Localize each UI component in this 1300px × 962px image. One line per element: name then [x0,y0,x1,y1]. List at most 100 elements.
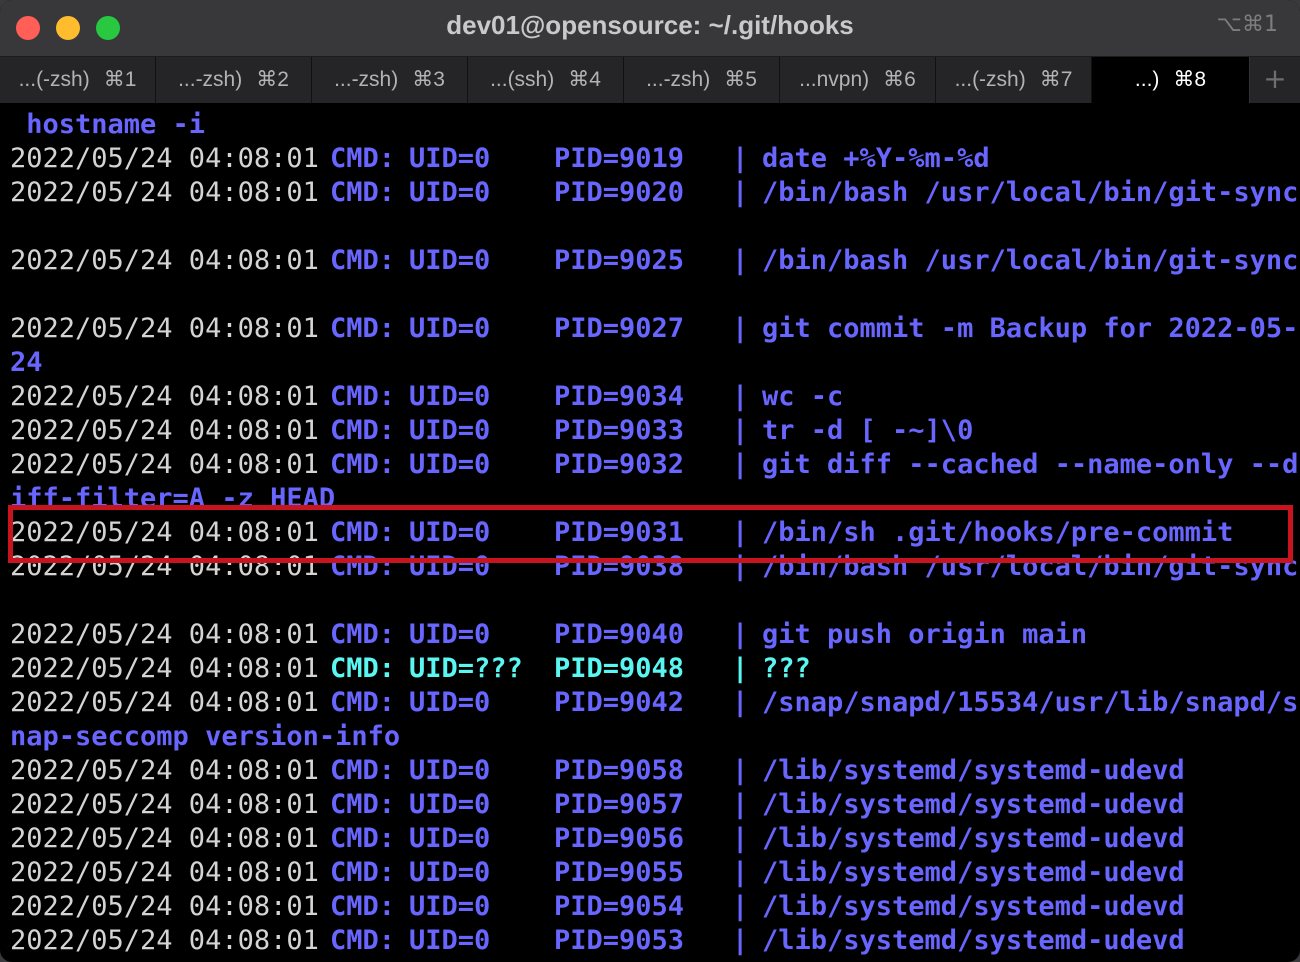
tab-8[interactable]: ...) ⌘8 [1092,57,1250,103]
tab-4[interactable]: ...(ssh) ⌘4 [468,57,624,103]
column-separator: | [732,619,749,650]
column-separator: | [732,381,749,412]
tab-label: ...-zsh) [178,68,243,91]
log-row: 2022/05/24 04:08:01 CMD: UID=0 PID=9053 | /li… [10,924,1300,958]
log-row: 2022/05/24 04:08:01 CMD: UID=0 PID=9055 | /li… [10,856,1300,890]
title-bar[interactable]: dev01@opensource: ~/.git/hooks ⌥⌘1 [0,0,1300,57]
log-timestamp: 2022/05/24 04:08:01 [10,891,319,922]
log-row: 2022/05/24 04:08:01 CMD: UID=0 PID=9054 | /li… [10,890,1300,924]
tab-3[interactable]: ...-zsh) ⌘3 [312,57,468,103]
tab-label: ...nvpn) [799,68,870,91]
pid-value: PID=9058 [554,755,685,786]
column-separator: | [732,823,749,854]
column-separator: | [732,755,749,786]
process-command: git diff --cached --name-only --d [762,449,1299,480]
column-separator: | [732,245,749,276]
log-row: 2022/05/24 04:08:01 CMD: UID=0 PID=9034 | wc … [10,380,1300,414]
log-row: 2022/05/24 04:08:01 CMD: UID=0 PID=9042 | /sn… [10,686,1300,720]
uid-value: UID=0 [409,891,491,922]
cmd-label: CMD: [330,143,396,174]
tab-label: ...) [1134,68,1160,91]
column-separator: | [732,653,749,684]
pid-value: PID=9057 [554,789,685,820]
cmd-label: CMD: [330,755,396,786]
pid-value: PID=9042 [554,687,685,718]
cmd-label: CMD: [330,891,396,922]
log-timestamp: 2022/05/24 04:08:01 [10,823,319,854]
column-separator: | [732,687,749,718]
cmd-label: CMD: [330,177,396,208]
log-timestamp: 2022/05/24 04:08:01 [10,653,319,684]
process-command: /lib/systemd/systemd-udevd [762,925,1185,956]
terminal-command-line: hostname -i [10,109,206,140]
pid-value: PID=9032 [554,449,685,480]
log-timestamp: 2022/05/24 04:08:01 [10,143,319,174]
uid-value: UID=0 [409,449,491,480]
log-timestamp: 2022/05/24 04:08:01 [10,313,319,344]
column-separator: | [732,449,749,480]
pid-value: PID=9040 [554,619,685,650]
column-separator: | [732,177,749,208]
new-tab-plus-icon[interactable]: + [1250,57,1300,103]
uid-value: UID=0 [409,823,491,854]
process-command: git commit -m Backup for 2022-05- [762,313,1299,344]
process-command-wrap: nap-seccomp version-info [10,721,401,752]
process-command-wrap: 24 [10,347,43,378]
process-command: tr -d [ -~]\0 [762,415,974,446]
pid-value: PID=9027 [554,313,685,344]
tab-label: ...(-zsh) [18,68,90,91]
process-command: /bin/bash /usr/local/bin/git-sync [762,245,1299,276]
tab-shortcut: ⌘8 [1173,68,1207,91]
cmd-label: CMD: [330,245,396,276]
column-separator: | [732,415,749,446]
uid-value: UID=0 [409,857,491,888]
log-row: 2022/05/24 04:08:01 CMD: UID=0 PID=9020 | /bi… [10,176,1300,210]
log-row: 2022/05/24 04:08:01 CMD: UID=0 PID=9040 | git… [10,618,1300,652]
pid-value: PID=9048 [554,653,685,684]
tab-shortcut: ⌘1 [103,68,137,91]
log-row: 2022/05/24 04:08:01 CMD: UID=0 PID=9033 | tr … [10,414,1300,448]
cmd-label: CMD: [330,619,396,650]
uid-value: UID=0 [409,687,491,718]
uid-value: UID=0 [409,381,491,412]
tab-shortcut: ⌘3 [412,68,445,91]
tab-shortcut: ⌘7 [1039,68,1073,91]
tab-6[interactable]: ...nvpn) ⌘6 [780,57,936,103]
tab-label: ...(-zsh) [954,68,1026,91]
tab-shortcut: ⌘2 [256,68,289,91]
uid-value: UID=0 [409,313,491,344]
cmd-label: CMD: [330,415,396,446]
process-command: /lib/systemd/systemd-udevd [762,823,1185,854]
pid-value: PID=9020 [554,177,685,208]
log-timestamp: 2022/05/24 04:08:01 [10,857,319,888]
log-timestamp: 2022/05/24 04:08:01 [10,177,319,208]
terminal-output[interactable]: hostname -i 2022/05/24 04:08:01 CMD: UID=0… [0,104,1300,962]
tab-2[interactable]: ...-zsh) ⌘2 [156,57,312,103]
uid-value: UID=0 [409,245,491,276]
cmd-label: CMD: [330,449,396,480]
log-row: 2022/05/24 04:08:01 CMD: UID=0 PID=9025 | /bi… [10,244,1300,278]
window-title: dev01@opensource: ~/.git/hooks [446,10,854,40]
log-timestamp: 2022/05/24 04:08:01 [10,755,319,786]
column-separator: | [732,789,749,820]
process-command: wc -c [762,381,844,412]
process-command: /lib/systemd/systemd-udevd [762,891,1185,922]
pid-value: PID=9055 [554,857,685,888]
tab-bar: ...(-zsh) ⌘1 ...-zsh) ⌘2 ...-zsh) ⌘3 ...(ssh) ⌘… [0,57,1300,103]
window-shortcut: ⌥⌘1 [1216,12,1278,37]
column-separator: | [732,313,749,344]
pid-value: PID=9053 [554,925,685,956]
tab-shortcut: ⌘4 [568,68,601,91]
log-row: 2022/05/24 04:08:01 CMD: UID=0 PID=9056 | /li… [10,822,1300,856]
terminal-window: dev01@opensource: ~/.git/hooks ⌥⌘1 ...(-… [0,0,1300,962]
tab-5[interactable]: ...-zsh) ⌘5 [624,57,780,103]
cmd-label: CMD: [330,789,396,820]
tab-1[interactable]: ...(-zsh) ⌘1 [0,57,156,103]
tab-7[interactable]: ...(-zsh) ⌘7 [936,57,1092,103]
process-command: git push origin main [762,619,1088,650]
process-command: /bin/bash /usr/local/bin/git-sync [762,177,1299,208]
cmd-label: CMD: [330,653,396,684]
log-timestamp: 2022/05/24 04:08:01 [10,415,319,446]
uid-value: UID=0 [409,619,491,650]
log-row: 2022/05/24 04:08:01 CMD: UID=0 PID=9032 | git… [10,448,1300,482]
